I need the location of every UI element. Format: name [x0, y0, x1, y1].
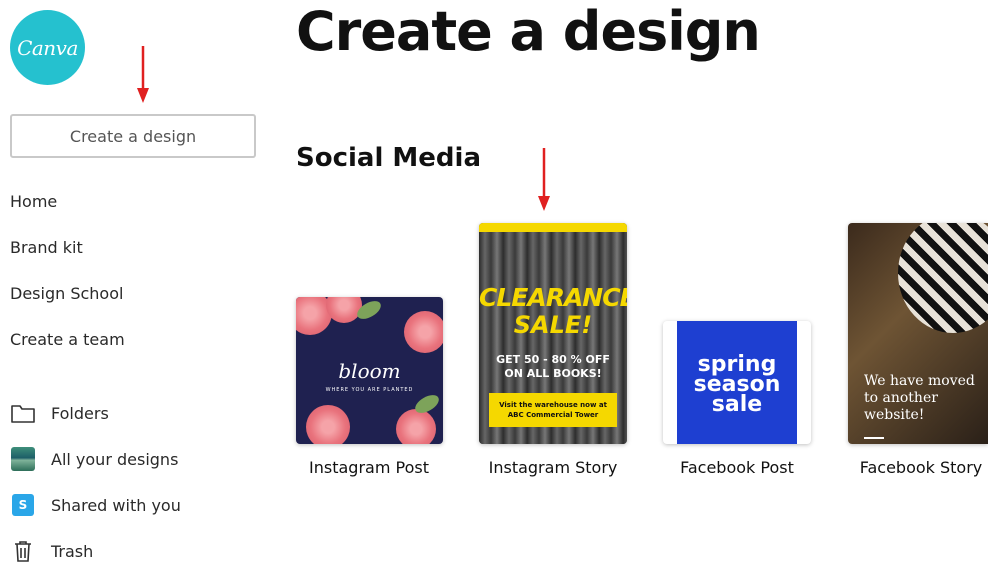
page-title: Create a design — [296, 0, 761, 63]
sidebar-item-label: Folders — [51, 403, 109, 423]
moved-text: We have moved to another website! — [864, 373, 975, 423]
nav-brand-kit[interactable]: Brand kit — [10, 238, 83, 257]
card-label-instagram-post[interactable]: Instagram Post — [279, 458, 459, 477]
divider — [864, 437, 884, 439]
clearance-text: CLEARANCE — [479, 283, 627, 312]
section-title: Social Media — [296, 143, 481, 173]
sidebar-item-label: Trash — [51, 541, 94, 561]
create-design-button[interactable]: Create a design — [10, 114, 256, 158]
sale-text: SALE! — [513, 311, 593, 339]
card-label-instagram-story[interactable]: Instagram Story — [463, 458, 643, 477]
sidebar-item-folders[interactable]: Folders — [10, 400, 109, 426]
yellow-bar — [479, 223, 627, 232]
bloom-text: bloom — [338, 359, 401, 383]
canva-logo[interactable]: Canva — [10, 10, 85, 85]
flower-decoration — [306, 405, 350, 444]
sidebar-item-label: All your designs — [51, 449, 179, 469]
facebook-post-card[interactable]: spring season sale — [663, 321, 811, 444]
shared-icon: S — [10, 493, 36, 517]
sidebar-item-all-designs[interactable]: All your designs — [10, 446, 178, 472]
bloom-subtext: WHERE YOU ARE PLANTED — [325, 387, 414, 393]
nav-home[interactable]: Home — [10, 192, 57, 211]
blue-panel: spring season sale — [677, 321, 797, 444]
red-arrow-icon — [538, 148, 550, 211]
instagram-post-card[interactable]: bloom WHERE YOU ARE PLANTED — [296, 297, 443, 444]
sidebar-item-label: Shared with you — [51, 495, 181, 515]
nav-create-team[interactable]: Create a team — [10, 330, 125, 349]
instagram-story-card[interactable]: CLEARANCE SALE! GET 50 - 80 % OFF ON ALL… — [479, 223, 627, 444]
sidebar-item-trash[interactable]: Trash — [10, 538, 93, 564]
sidebar-item-shared[interactable]: S Shared with you — [10, 492, 181, 518]
sidebar: Canva Create a design Home Brand kit Des… — [0, 0, 270, 562]
sale-text: sale — [711, 392, 763, 417]
striped-hat-decoration — [898, 223, 988, 333]
facebook-story-card[interactable]: We have moved to another website! — [848, 223, 988, 444]
designs-thumbnail-icon — [10, 447, 36, 471]
folder-icon — [10, 401, 36, 425]
flower-decoration — [396, 409, 436, 444]
trash-icon — [10, 539, 36, 563]
story-address-box: Visit the warehouse now at ABC Commercia… — [489, 393, 617, 427]
flower-decoration — [326, 297, 362, 323]
offer-text: GET 50 - 80 % OFF ON ALL BOOKS! — [496, 353, 610, 380]
red-arrow-icon — [137, 46, 149, 103]
nav-design-school[interactable]: Design School — [10, 284, 123, 303]
flower-decoration — [404, 311, 443, 353]
logo-text: Canva — [17, 35, 78, 60]
card-label-facebook-story[interactable]: Facebook Story — [831, 458, 988, 477]
card-label-facebook-post[interactable]: Facebook Post — [647, 458, 827, 477]
